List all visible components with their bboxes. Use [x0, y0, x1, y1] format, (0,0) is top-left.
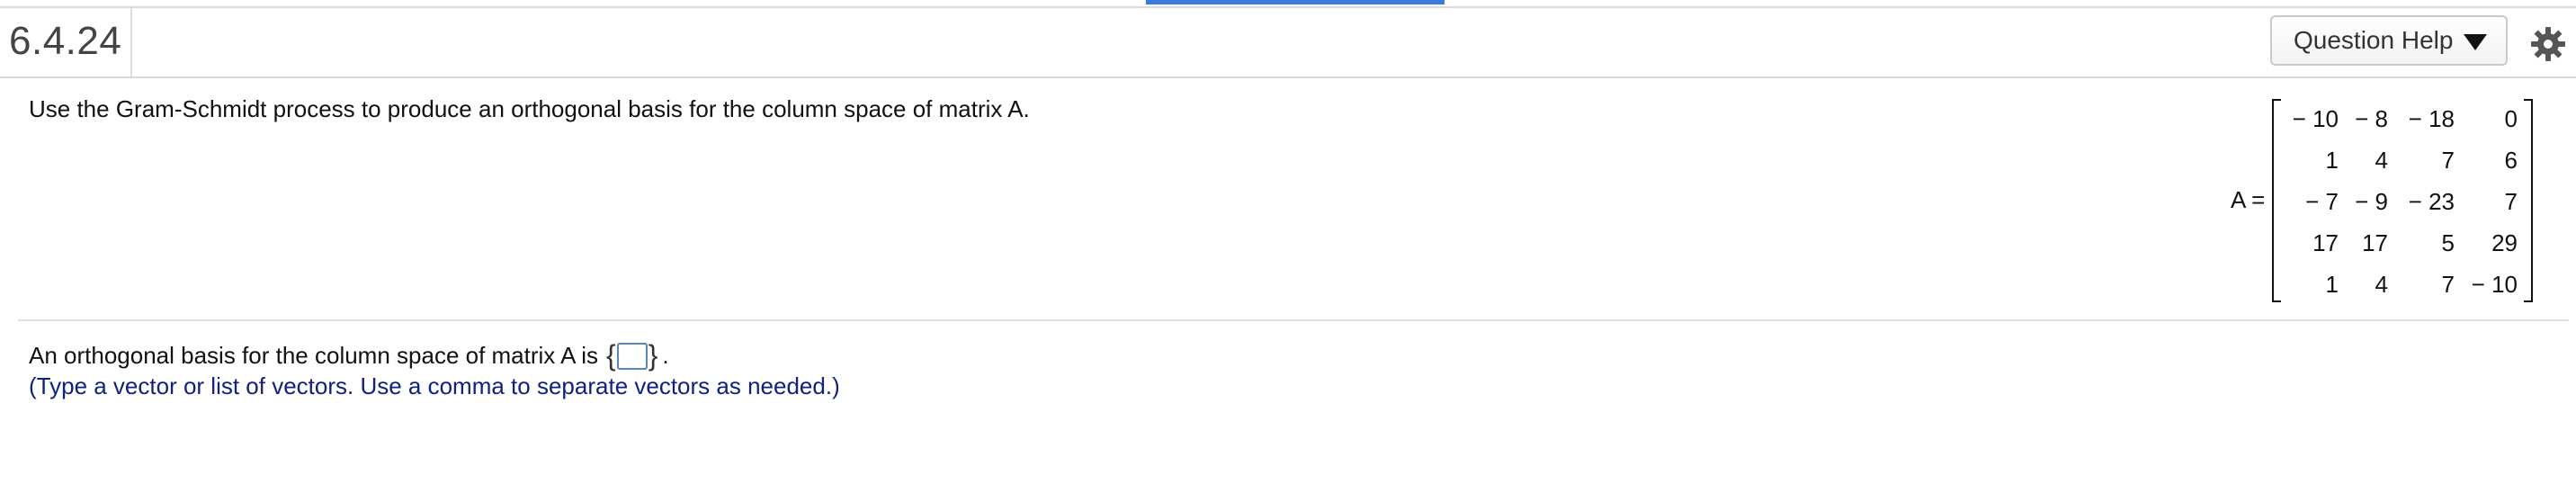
- question-number: 6.4.24: [9, 19, 122, 63]
- matrix-cell: 1: [2325, 271, 2339, 298]
- close-brace: }: [648, 339, 658, 372]
- matrix-cell: − 18: [2408, 105, 2455, 132]
- matrix-cell: 1: [2325, 147, 2339, 174]
- answer-statement: An orthogonal basis for the column space…: [29, 339, 669, 372]
- matrix-cell: − 7: [2305, 188, 2339, 215]
- gear-icon[interactable]: [2530, 26, 2566, 62]
- matrix-cell: 6: [2504, 147, 2518, 174]
- matrix-cell: 4: [2375, 147, 2388, 174]
- answer-hint: (Type a vector or list of vectors. Use a…: [29, 372, 840, 399]
- top-accent-bar: [1146, 0, 1445, 4]
- open-brace: {: [606, 339, 616, 372]
- caret-down-icon: [2464, 34, 2488, 50]
- header-divider: [130, 8, 132, 76]
- matrix-cell: 7: [2441, 147, 2455, 174]
- matrix-left-bracket: [2272, 99, 2281, 302]
- matrix-cell: − 10: [2471, 271, 2518, 298]
- matrix-cell: 29: [2491, 229, 2518, 256]
- matrix-cell: 7: [2441, 271, 2455, 298]
- matrix-cell: − 23: [2408, 188, 2455, 215]
- matrix-cell: 4: [2375, 271, 2388, 298]
- question-header: 6.4.24 Question Help: [0, 6, 2576, 78]
- matrix-cell: 0: [2504, 105, 2518, 132]
- matrix-cell: 7: [2504, 188, 2518, 215]
- question-help-label: Question Help: [2294, 26, 2454, 54]
- matrix-label: A =: [2231, 186, 2266, 213]
- matrix-cell: 5: [2441, 229, 2455, 256]
- matrix-cell: − 9: [2355, 188, 2388, 215]
- matrix-cell: − 8: [2355, 105, 2388, 132]
- answer-prefix: An orthogonal basis for the column space…: [29, 342, 599, 369]
- matrix-cell: 17: [2312, 229, 2339, 256]
- answer-input[interactable]: [616, 342, 648, 370]
- question-help-button[interactable]: Question Help: [2270, 15, 2508, 66]
- matrix-cell: 17: [2362, 229, 2388, 256]
- matrix-right-bracket: [2524, 99, 2533, 302]
- matrix-cell: − 10: [2292, 105, 2339, 132]
- answer-suffix: .: [662, 342, 669, 369]
- section-divider: [18, 319, 2569, 321]
- question-prompt: Use the Gram-Schmidt process to produce …: [29, 95, 1030, 122]
